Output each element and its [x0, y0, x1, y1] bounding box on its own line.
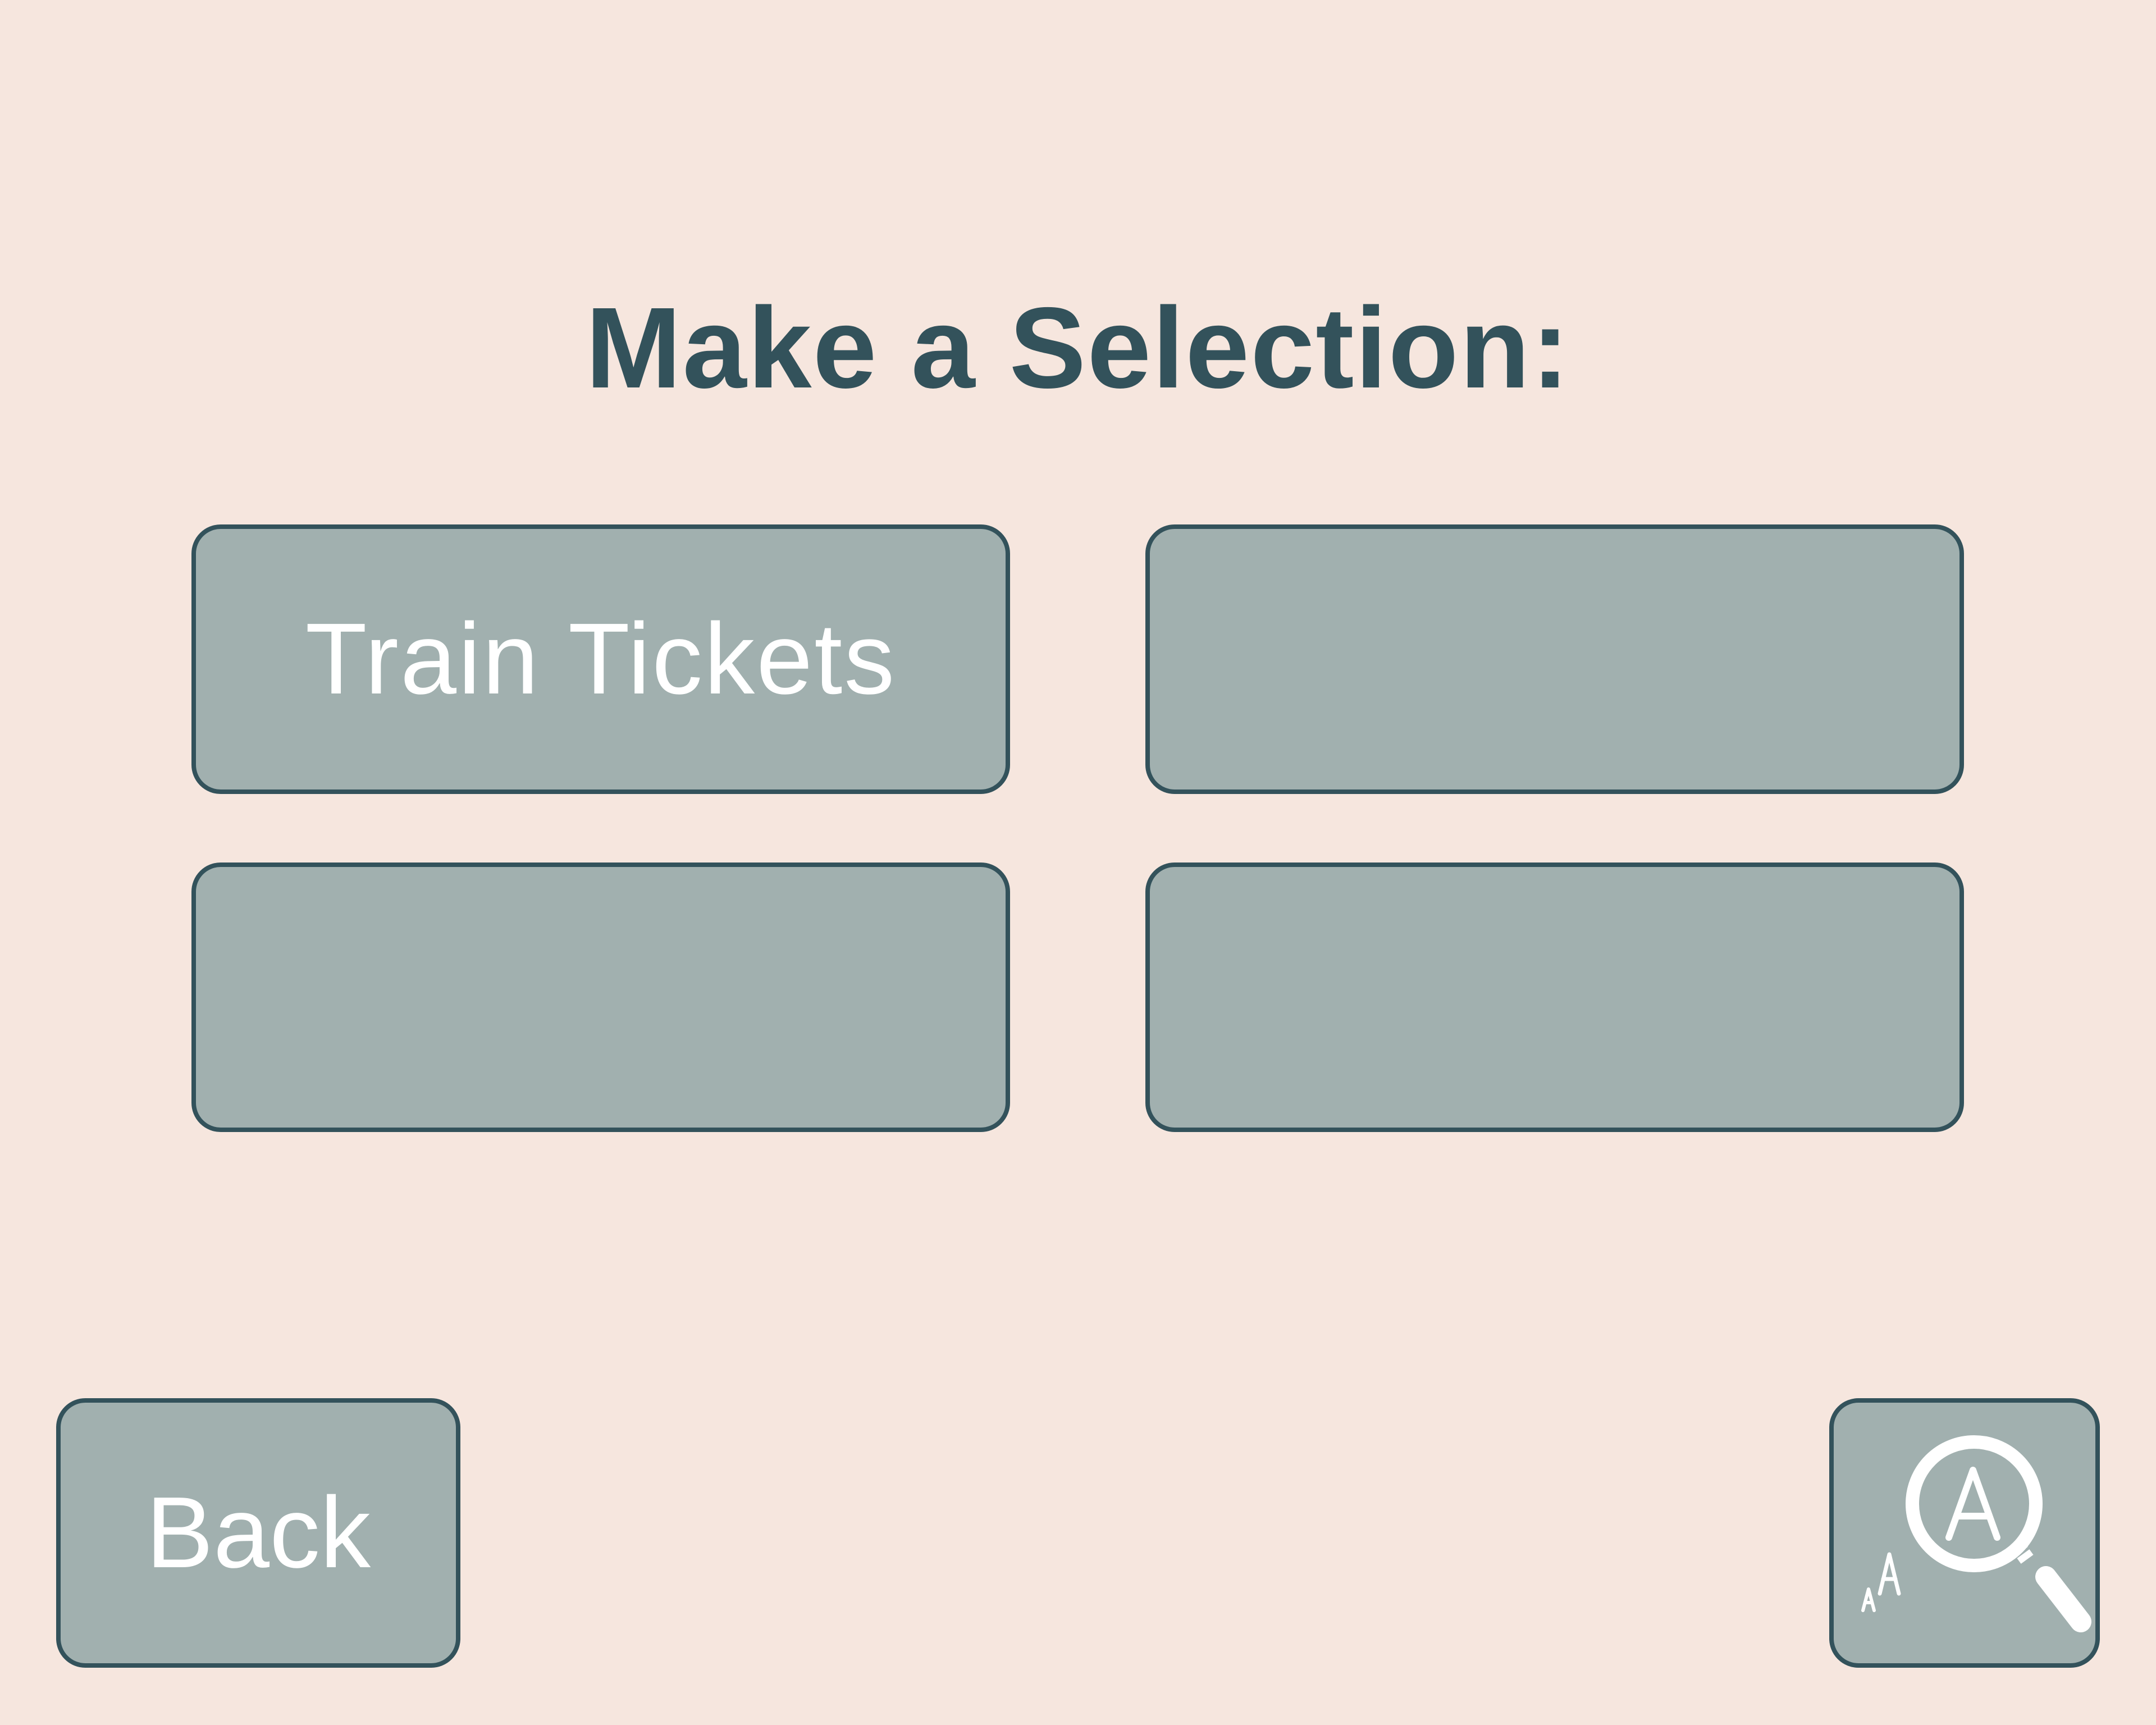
option-label: Train Tickets — [305, 603, 897, 715]
page-title: Make a Selection: — [585, 284, 1571, 412]
option-button-3[interactable] — [191, 862, 1010, 1132]
option-button-4[interactable] — [1145, 862, 1964, 1132]
back-button-label: Back — [145, 1476, 371, 1589]
option-button-train-tickets[interactable]: Train Tickets — [191, 524, 1010, 794]
text-size-magnifier-icon — [1861, 1435, 2091, 1632]
back-button[interactable]: Back — [56, 1398, 460, 1668]
text-size-button[interactable] — [1829, 1398, 2100, 1668]
option-button-2[interactable] — [1145, 524, 1964, 794]
